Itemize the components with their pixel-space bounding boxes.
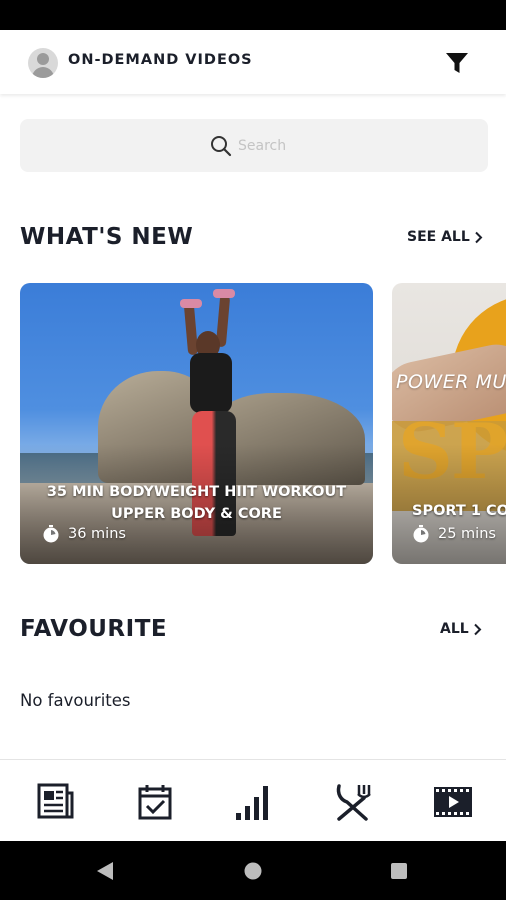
favourite-heading: FAVOURITE: [20, 616, 168, 642]
nav-videos[interactable]: [431, 780, 475, 824]
system-navigation-bar: [0, 841, 506, 900]
calendar-check-icon: [138, 785, 172, 820]
video-duration: 36 mins: [42, 525, 126, 543]
video-card-title: SPORT 1 COR: [412, 503, 506, 519]
empty-favourites-text: No favourites: [20, 691, 131, 710]
chevron-right-icon: [475, 231, 483, 243]
all-label: ALL: [440, 621, 469, 637]
nav-news[interactable]: [33, 780, 77, 824]
stopwatch-icon: [413, 525, 429, 543]
card-artwork-text: POWER MU: [396, 371, 506, 393]
see-all-label: SEE ALL: [407, 229, 470, 245]
page-title: ON-DEMAND VIDEOS: [68, 52, 253, 68]
search-input[interactable]: [238, 137, 298, 154]
see-all-link[interactable]: SEE ALL: [407, 229, 483, 245]
stats-bars-icon: [236, 786, 268, 820]
video-card-title: 35 MIN BODYWEIGHT HIIT WORKOUT UPPER BOD…: [46, 484, 347, 522]
search-icon: [211, 135, 232, 156]
fork-knife-icon: [336, 784, 371, 821]
video-card[interactable]: SP POWER MU SPORT 1 COR 25 mins: [392, 283, 506, 564]
video-film-icon: [434, 787, 472, 817]
filter-funnel-icon: [446, 53, 468, 73]
video-card[interactable]: 35 MIN BODYWEIGHT HIIT WORKOUT UPPER BOD…: [20, 283, 373, 564]
search-bar[interactable]: [20, 119, 488, 172]
all-favourites-link[interactable]: ALL: [440, 621, 482, 637]
status-bar: [0, 0, 506, 30]
news-icon: [37, 783, 74, 819]
nav-stats[interactable]: [232, 780, 276, 824]
recents-square-icon[interactable]: [390, 862, 408, 880]
nav-schedule[interactable]: [133, 780, 177, 824]
filter-button[interactable]: [440, 46, 474, 80]
back-triangle-icon[interactable]: [96, 861, 114, 881]
chevron-right-icon: [473, 623, 482, 635]
nav-nutrition[interactable]: [331, 780, 375, 824]
video-duration: 25 mins: [412, 525, 496, 543]
bottom-navigation: [0, 759, 506, 841]
whats-new-heading: WHAT'S NEW: [20, 224, 194, 250]
app-bar: ON-DEMAND VIDEOS: [0, 30, 506, 94]
user-avatar-icon[interactable]: [28, 48, 58, 78]
home-circle-icon[interactable]: [244, 862, 262, 880]
stopwatch-icon: [43, 525, 59, 543]
